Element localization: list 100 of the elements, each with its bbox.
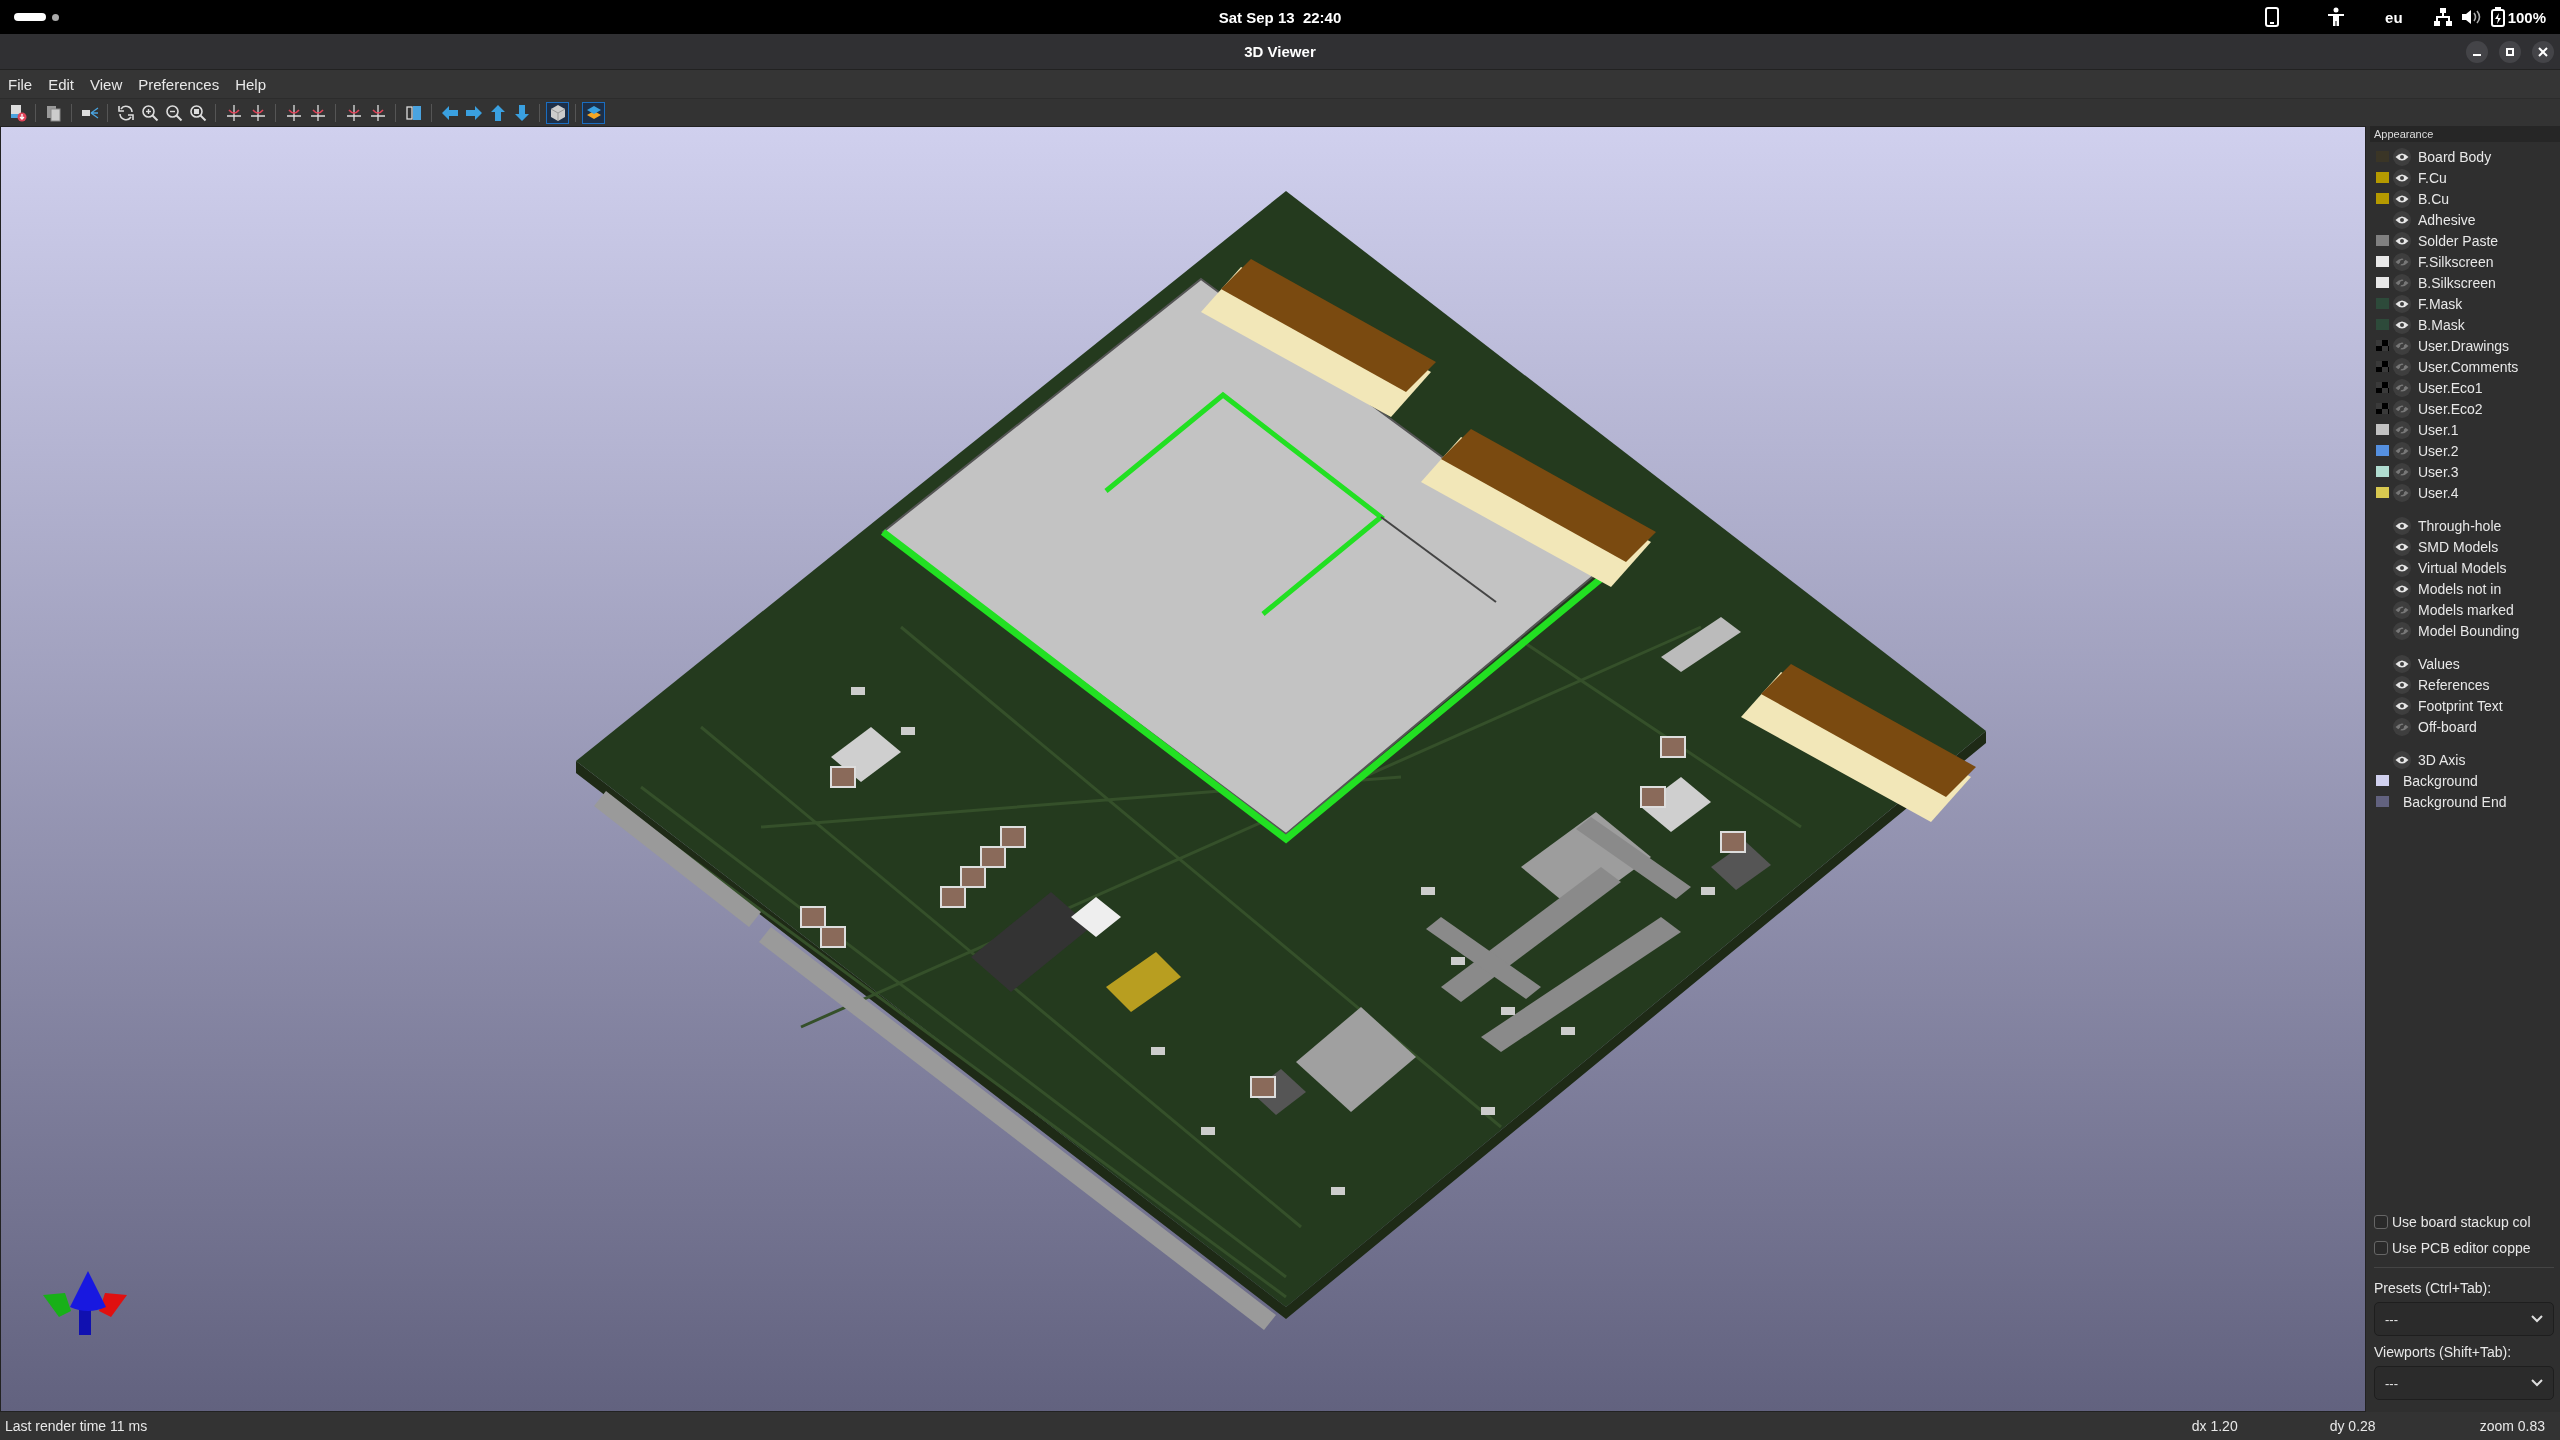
presets-dropdown[interactable]: --- bbox=[2374, 1302, 2554, 1336]
workspace-indicator-icon[interactable] bbox=[14, 13, 46, 21]
appearance-header: Appearance bbox=[2370, 126, 2560, 142]
layer-label: B.Cu bbox=[2418, 190, 2450, 207]
visibility-eye-icon[interactable] bbox=[2393, 231, 2411, 250]
cube-button[interactable] bbox=[546, 101, 569, 124]
layer-label: Virtual Models bbox=[2418, 559, 2507, 576]
rotate-icon bbox=[344, 103, 363, 122]
viewports-dropdown[interactable]: --- bbox=[2374, 1366, 2554, 1400]
visibility-eye-icon[interactable] bbox=[2393, 537, 2411, 556]
hidden-eye-icon[interactable] bbox=[2393, 441, 2411, 460]
clock-text[interactable]: Sat Sep 13 22:40 bbox=[1218, 8, 1342, 26]
layer-label: Models marked bbox=[2418, 601, 2514, 618]
chevron-down-icon bbox=[2531, 1379, 2543, 1387]
color-swatch[interactable] bbox=[2376, 235, 2389, 246]
volume-icon[interactable] bbox=[2460, 8, 2481, 26]
layer-label: Footprint Text bbox=[2418, 697, 2503, 714]
visibility-eye-icon[interactable] bbox=[2393, 294, 2411, 313]
battery-level-text[interactable]: 100% bbox=[2507, 8, 2546, 26]
visibility-eye-icon[interactable] bbox=[2393, 654, 2411, 673]
3d-viewport[interactable] bbox=[0, 126, 2366, 1412]
visibility-eye-icon[interactable] bbox=[2393, 750, 2411, 769]
visibility-eye-icon[interactable] bbox=[2393, 516, 2411, 535]
dy-readout: dy 0.28 bbox=[2329, 1418, 2376, 1434]
layer-label: F.Cu bbox=[2418, 169, 2447, 186]
layer-label: Off-board bbox=[2418, 718, 2477, 735]
hidden-eye-icon[interactable] bbox=[2393, 399, 2411, 418]
menu-item[interactable]: Help bbox=[235, 75, 266, 93]
layer-label: User.4 bbox=[2418, 484, 2459, 501]
zoom-out-icon bbox=[164, 103, 183, 122]
color-swatch[interactable] bbox=[2376, 319, 2389, 330]
hidden-eye-icon[interactable] bbox=[2393, 420, 2411, 439]
layer-label: Solder Paste bbox=[2418, 232, 2499, 249]
color-swatch[interactable] bbox=[2376, 172, 2389, 183]
tablet-icon[interactable] bbox=[2265, 7, 2280, 27]
rotate-icon bbox=[308, 103, 327, 122]
chevron-down-icon bbox=[2531, 1315, 2543, 1323]
network-icon[interactable] bbox=[2432, 7, 2453, 27]
color-swatch[interactable] bbox=[2376, 382, 2389, 393]
minimize-button[interactable] bbox=[2466, 41, 2488, 63]
zoom-in-icon bbox=[140, 103, 159, 122]
hidden-eye-icon[interactable] bbox=[2393, 357, 2411, 376]
visibility-eye-icon[interactable] bbox=[2393, 189, 2411, 208]
layer-label: User.Eco1 bbox=[2418, 379, 2483, 396]
hidden-eye-icon[interactable] bbox=[2393, 378, 2411, 397]
color-swatch[interactable] bbox=[2376, 403, 2389, 414]
color-swatch[interactable] bbox=[2376, 298, 2389, 309]
visibility-eye-icon[interactable] bbox=[2393, 168, 2411, 187]
arrow-right-icon bbox=[464, 103, 483, 122]
keyboard-layout-text[interactable]: eu bbox=[2385, 8, 2403, 26]
visibility-eye-icon[interactable] bbox=[2393, 315, 2411, 334]
layers-button[interactable] bbox=[582, 101, 605, 124]
layer-label: User.3 bbox=[2418, 463, 2459, 480]
visibility-eye-icon[interactable] bbox=[2393, 147, 2411, 166]
color-swatch[interactable] bbox=[2376, 487, 2389, 498]
layer-label: User.2 bbox=[2418, 442, 2459, 459]
color-swatch[interactable] bbox=[2376, 256, 2389, 267]
color-swatch[interactable] bbox=[2376, 277, 2389, 288]
copy-icon bbox=[44, 103, 63, 122]
rotate-icon bbox=[224, 103, 243, 122]
layer-label: User.Eco2 bbox=[2418, 400, 2483, 417]
color-swatch[interactable] bbox=[2376, 445, 2389, 456]
menu-item[interactable]: File bbox=[8, 75, 33, 93]
layer-label: References bbox=[2418, 676, 2490, 693]
accessibility-icon[interactable] bbox=[2327, 7, 2346, 27]
hidden-eye-icon[interactable] bbox=[2393, 462, 2411, 481]
rotate-icon bbox=[284, 103, 303, 122]
color-swatch[interactable] bbox=[2376, 775, 2389, 786]
flip-icon bbox=[404, 103, 423, 122]
menu-item[interactable]: Preferences bbox=[138, 75, 220, 93]
checkbox[interactable] bbox=[2374, 1215, 2388, 1229]
hidden-eye-icon[interactable] bbox=[2393, 621, 2411, 640]
color-swatch[interactable] bbox=[2376, 193, 2389, 204]
battery-icon[interactable] bbox=[2490, 7, 2505, 27]
layer-label: User.Drawings bbox=[2418, 337, 2510, 354]
visibility-eye-icon[interactable] bbox=[2393, 696, 2411, 715]
menu-item[interactable]: Edit bbox=[48, 75, 75, 93]
color-swatch[interactable] bbox=[2376, 361, 2389, 372]
color-swatch[interactable] bbox=[2376, 466, 2389, 477]
layer-label: 3D Axis bbox=[2418, 751, 2466, 768]
visibility-eye-icon[interactable] bbox=[2393, 579, 2411, 598]
maximize-button[interactable] bbox=[2499, 41, 2521, 63]
visibility-eye-icon[interactable] bbox=[2393, 675, 2411, 694]
color-swatch[interactable] bbox=[2376, 424, 2389, 435]
hidden-eye-icon[interactable] bbox=[2393, 483, 2411, 502]
layer-label: Values bbox=[2418, 655, 2460, 672]
color-swatch[interactable] bbox=[2376, 340, 2389, 351]
close-button[interactable] bbox=[2532, 41, 2554, 63]
visibility-eye-icon[interactable] bbox=[2393, 210, 2411, 229]
layer-label: Adhesive bbox=[2418, 211, 2476, 228]
visibility-eye-icon[interactable] bbox=[2393, 558, 2411, 577]
cube-icon bbox=[548, 103, 567, 122]
layer-label: Model Bounding bbox=[2418, 622, 2520, 639]
checkbox[interactable] bbox=[2374, 1241, 2388, 1255]
menu-item[interactable]: View bbox=[90, 75, 123, 93]
layer-label: Board Body bbox=[2418, 148, 2492, 165]
workspace-dot-icon[interactable] bbox=[52, 13, 59, 21]
export-icon bbox=[8, 103, 27, 122]
status-message: Last render time 11 ms bbox=[4, 1418, 148, 1434]
color-swatch[interactable] bbox=[2376, 796, 2389, 807]
